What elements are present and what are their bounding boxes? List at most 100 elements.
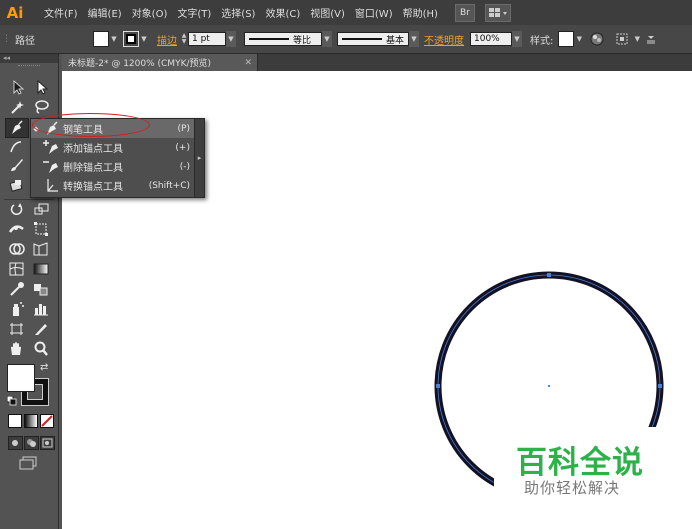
menu-window[interactable]: 窗口(W) xyxy=(350,5,398,20)
annotation-ellipse xyxy=(32,113,150,137)
bridge-button[interactable]: Br xyxy=(454,3,475,22)
stroke-weight-dropdown[interactable]: ▼ xyxy=(226,31,236,47)
brush-label: 基本 xyxy=(385,35,404,46)
slice-tool-icon[interactable] xyxy=(30,320,52,338)
eyedropper-tool-icon[interactable] xyxy=(6,280,28,298)
flyout-item-add-anchor[interactable]: 添加锚点工具 (+) xyxy=(31,138,194,157)
direct-selection-tool-icon[interactable] xyxy=(30,78,52,96)
convert-anchor-icon xyxy=(41,176,63,195)
document-tab-bar: 未标题-2* @ 1200% (CMYK/预览) ✕ xyxy=(62,54,692,71)
stroke-weight-stepper[interactable]: ▲ ▼ xyxy=(180,32,188,46)
menu-file[interactable]: 文件(F) xyxy=(39,5,83,20)
center-point xyxy=(548,385,550,387)
menu-view[interactable]: 视图(V) xyxy=(305,5,350,20)
hand-tool-icon[interactable] xyxy=(6,340,28,358)
line-segment-tool-icon[interactable] xyxy=(6,138,28,156)
scale-tool-icon[interactable] xyxy=(30,200,52,218)
stroke-dropdown-arrow[interactable]: ▼ xyxy=(139,31,149,47)
flyout-item-convert-anchor[interactable]: 转换锚点工具 (Shift+C) xyxy=(31,176,194,195)
arrange-documents-button[interactable] xyxy=(484,3,511,22)
fill-color-box[interactable] xyxy=(7,364,35,392)
watermark-subtitle: 助你轻松解决 xyxy=(524,479,621,497)
free-transform-tool-icon[interactable] xyxy=(30,220,52,238)
opacity-link[interactable]: 不透明度 xyxy=(424,32,464,47)
menu-bar: Ai 文件(F) 编辑(E) 对象(O) 文字(T) 选择(S) 效果(C) 视… xyxy=(0,0,692,25)
brush-dropdown[interactable]: ▼ xyxy=(409,31,419,47)
align-options-icon[interactable] xyxy=(616,32,632,46)
stroke-weight-input[interactable]: 1 pt xyxy=(188,32,226,46)
menu-type[interactable]: 文字(T) xyxy=(172,5,216,20)
pen-tool-icon[interactable] xyxy=(5,118,29,138)
menu-edit[interactable]: 编辑(E) xyxy=(83,5,127,20)
column-graph-tool-icon[interactable] xyxy=(30,300,52,318)
gradient-mode-button[interactable] xyxy=(24,414,38,428)
flyout-item-delete-anchor[interactable]: 删除锚点工具 (-) xyxy=(31,157,194,176)
draw-normal-icon[interactable] xyxy=(8,436,23,450)
app-logo: Ai xyxy=(6,3,24,22)
watermark-title: 百科全说 xyxy=(516,445,644,481)
menu-object[interactable]: 对象(O) xyxy=(127,5,173,20)
brush-line-preview xyxy=(342,38,382,40)
flyout-item-shortcut: (+) xyxy=(175,142,190,153)
stroke-swatch[interactable] xyxy=(123,31,139,47)
tools-panel-collapse-icon[interactable]: ◂◂ xyxy=(0,54,58,63)
menu-effect[interactable]: 效果(C) xyxy=(260,5,305,20)
tools-panel-grip[interactable] xyxy=(18,65,40,68)
recolor-artwork-icon[interactable] xyxy=(590,32,604,46)
anchor-point-right[interactable] xyxy=(658,384,662,388)
flyout-item-shortcut: (P) xyxy=(177,123,190,134)
shape-builder-tool-icon[interactable] xyxy=(6,240,28,258)
opacity-dropdown[interactable]: ▼ xyxy=(512,31,522,47)
document-tab[interactable]: 未标题-2* @ 1200% (CMYK/预览) ✕ xyxy=(62,54,258,71)
lasso-tool-icon[interactable] xyxy=(30,98,52,116)
artboard-tool-icon[interactable] xyxy=(6,320,28,338)
control-panel-menu-icon[interactable] xyxy=(646,32,656,46)
none-slash-icon xyxy=(41,415,53,427)
eraser-tool-icon[interactable] xyxy=(6,176,28,194)
draw-inside-icon[interactable] xyxy=(40,436,55,450)
menu-list: 文件(F) 编辑(E) 对象(O) 文字(T) 选择(S) 效果(C) 视图(V… xyxy=(39,5,443,20)
width-tool-icon[interactable] xyxy=(6,220,28,238)
symbol-sprayer-tool-icon[interactable] xyxy=(6,300,28,318)
fill-swatch[interactable] xyxy=(93,31,109,47)
brush-definition[interactable]: 基本 xyxy=(337,32,409,46)
magic-wand-tool-icon[interactable] xyxy=(6,98,28,116)
align-options-dropdown[interactable]: ▼ xyxy=(632,31,642,47)
style-label: 样式: xyxy=(530,35,554,47)
zoom-tool-icon[interactable] xyxy=(30,340,52,358)
default-colors-icon[interactable] xyxy=(6,395,17,406)
selection-type-label: 路径 xyxy=(15,35,35,47)
close-icon[interactable]: ✕ xyxy=(244,58,252,68)
control-bar: ⋮ 路径 ▼ ▼ 描边 ▲ ▼ 1 pt ▼ 等比 ▼ 基本 ▼ 不透明度 100… xyxy=(0,25,692,54)
anchor-point-left[interactable] xyxy=(436,384,440,388)
graphic-style-dropdown[interactable]: ▼ xyxy=(574,31,584,47)
add-anchor-icon xyxy=(41,138,63,157)
stroke-weight-control: ▲ ▼ 1 pt ▼ xyxy=(180,31,236,47)
blend-tool-icon[interactable] xyxy=(30,280,52,298)
screen-mode-icon[interactable] xyxy=(18,456,38,470)
stroke-link[interactable]: 描边 xyxy=(157,32,177,47)
paintbrush-tool-icon[interactable] xyxy=(6,156,28,174)
watermark: 百科全说 助你轻松解决 xyxy=(494,427,692,529)
draw-behind-icon[interactable] xyxy=(24,436,39,450)
menu-select[interactable]: 选择(S) xyxy=(216,5,260,20)
swap-fill-stroke-icon[interactable]: ⇄ xyxy=(40,362,52,374)
none-mode-button[interactable] xyxy=(40,414,54,428)
anchor-point-top[interactable] xyxy=(547,273,551,277)
opacity-input[interactable]: 100% xyxy=(470,32,512,46)
rotate-tool-icon[interactable] xyxy=(6,200,28,218)
flyout-item-label: 转换锚点工具 xyxy=(63,182,123,193)
tearoff-arrow-icon[interactable]: ▸ xyxy=(194,119,204,197)
graphic-style-swatch[interactable] xyxy=(558,31,575,47)
gradient-tool-icon[interactable] xyxy=(30,260,52,278)
mesh-tool-icon[interactable] xyxy=(6,260,28,278)
profile-dropdown[interactable]: ▼ xyxy=(322,31,332,47)
variable-width-profile[interactable]: 等比 xyxy=(244,32,322,46)
flyout-item-shortcut: (-) xyxy=(179,161,190,172)
selection-tool-icon[interactable] xyxy=(6,78,28,96)
perspective-grid-tool-icon[interactable] xyxy=(30,240,52,258)
document-tab-title: 未标题-2* @ 1200% (CMYK/预览) xyxy=(68,59,212,69)
fill-dropdown-arrow[interactable]: ▼ xyxy=(109,31,119,47)
menu-help[interactable]: 帮助(H) xyxy=(398,5,443,20)
color-mode-button[interactable] xyxy=(8,414,22,428)
